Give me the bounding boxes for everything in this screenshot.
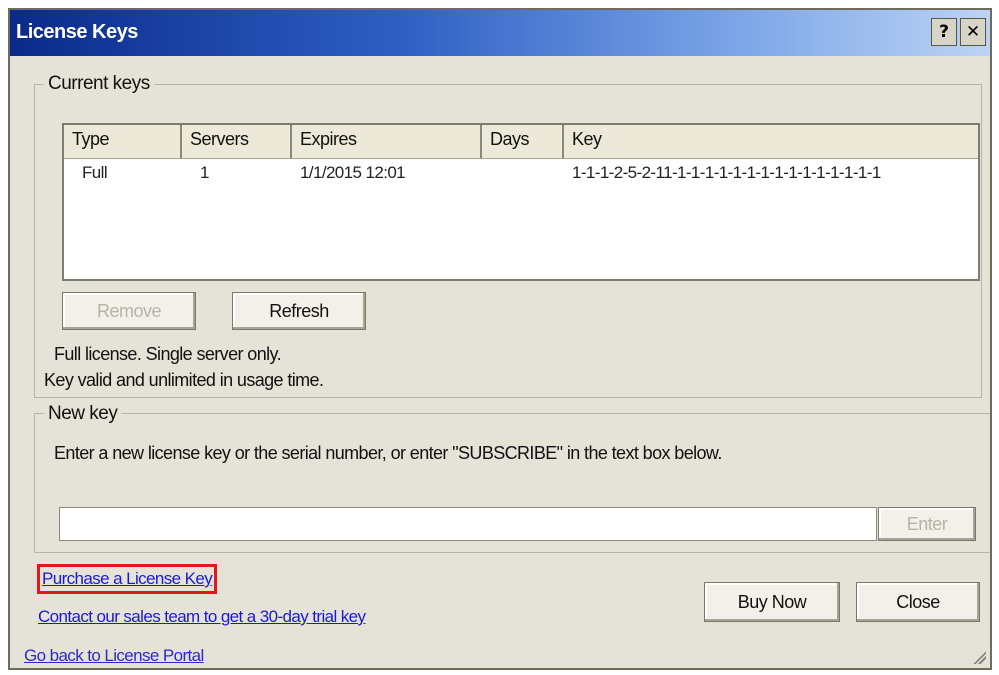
close-window-button[interactable]: ✕ bbox=[960, 18, 986, 46]
buy-now-button[interactable]: Buy Now bbox=[704, 582, 840, 622]
column-type[interactable]: Type bbox=[64, 125, 182, 158]
new-key-instruction: Enter a new license key or the serial nu… bbox=[54, 443, 722, 463]
title-bar[interactable]: License Keys ? ✕ bbox=[10, 10, 990, 56]
license-portal-link[interactable]: Go back to License Portal bbox=[24, 646, 204, 666]
purchase-license-link[interactable]: Purchase a License Key bbox=[36, 564, 218, 594]
help-button[interactable]: ? bbox=[931, 18, 957, 46]
column-key[interactable]: Key bbox=[564, 125, 978, 158]
cell-servers: 1 bbox=[200, 163, 209, 182]
new-key-label: New key bbox=[44, 403, 122, 425]
license-keys-dialog: License Keys ? ✕ Current keys Type Serve… bbox=[8, 8, 992, 670]
cell-key: 1-1-1-2-5-2-11-1-1-1-1-1-1-1-1-1-1-1-1-1… bbox=[572, 163, 881, 182]
keys-list-header: Type Servers Expires Days Key bbox=[64, 125, 978, 159]
remove-button[interactable]: Remove bbox=[62, 292, 196, 330]
column-servers[interactable]: Servers bbox=[182, 125, 292, 158]
close-button[interactable]: Close bbox=[856, 582, 980, 622]
column-days[interactable]: Days bbox=[482, 125, 564, 158]
cell-type: Full bbox=[82, 163, 108, 182]
cell-days bbox=[482, 163, 564, 189]
current-keys-label: Current keys bbox=[44, 73, 154, 95]
license-key-input[interactable] bbox=[59, 507, 877, 541]
cell-expires: 1/1/2015 12:01 bbox=[300, 163, 406, 182]
column-expires[interactable]: Expires bbox=[292, 125, 482, 158]
resize-grip-icon[interactable] bbox=[970, 648, 986, 664]
contact-sales-link[interactable]: Contact our sales team to get a 30-day t… bbox=[38, 607, 366, 627]
title-bar-controls: ? ✕ bbox=[931, 18, 986, 46]
table-row[interactable]: Full 1 1/1/2015 12:01 1-1-1-2-5-2-11-1-1… bbox=[64, 163, 978, 189]
enter-button[interactable]: Enter bbox=[878, 507, 976, 541]
keys-list[interactable]: Type Servers Expires Days Key Full 1 1/1… bbox=[62, 123, 980, 281]
license-info-line-2: Key valid and unlimited in usage time. bbox=[44, 370, 324, 390]
license-info-line-1: Full license. Single server only. bbox=[54, 344, 282, 364]
refresh-button[interactable]: Refresh bbox=[232, 292, 366, 330]
window-title: License Keys bbox=[16, 21, 138, 43]
